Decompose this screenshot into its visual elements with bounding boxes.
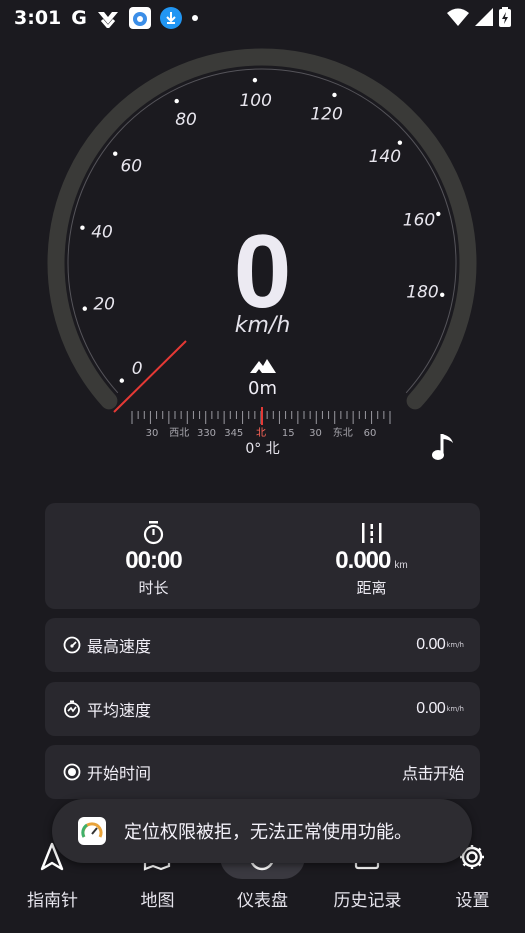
signal-icon: [475, 8, 493, 26]
download-manager-icon: [97, 12, 118, 28]
stopwatch-icon: [143, 521, 164, 545]
duration-value: 00:00: [125, 547, 182, 574]
speed-value: 0: [233, 214, 292, 330]
gauge-tick-label: 120: [310, 104, 342, 124]
gauge-tick-label: 60: [120, 157, 142, 177]
permission-toast: 定位权限被拒，无法正常使用功能。: [52, 799, 472, 863]
max-speed-value: 0.00: [416, 636, 446, 653]
app-logo-icon: [78, 817, 106, 845]
gauge-tick-label: 100: [239, 91, 271, 111]
nav-label-map: 地图: [140, 891, 175, 911]
start-button[interactable]: 点击开始: [402, 760, 465, 784]
gauge-tick-label: 140: [369, 147, 401, 167]
gauge-tick-dot: [252, 77, 258, 83]
gauge-tick-label: 80: [175, 110, 197, 130]
distance-label: 距离: [356, 579, 387, 597]
gauge-tick-dot: [436, 211, 441, 217]
google-icon: G: [71, 7, 87, 29]
distance-unit: km: [394, 560, 408, 571]
battery-icon: [499, 7, 511, 27]
duration-label: 时长: [138, 579, 169, 597]
nav-label-compass: 指南针: [27, 891, 78, 911]
gauge-tick-dot: [113, 151, 118, 156]
nav-label-history: 历史记录: [333, 891, 402, 911]
nav-label-settings: 设置: [455, 891, 490, 911]
start-time-row[interactable]: 开始时间 点击开始: [45, 745, 480, 799]
speedometer-icon: [63, 636, 81, 654]
gauge-tick-dot: [332, 92, 337, 98]
distance-stat: 0.000 km 距离: [263, 503, 480, 609]
distance-number: 0.000: [335, 547, 391, 574]
avg-speed-row: 平均速度 0.00 km/h: [45, 682, 480, 736]
average-speed-icon: [64, 700, 80, 718]
altitude-readout: 0m: [248, 378, 277, 399]
dot-icon: [191, 15, 198, 21]
duration-stat: 00:00 时长: [45, 503, 262, 609]
app-notification-icon: [128, 7, 151, 29]
trip-summary-card: 00:00 时长 0.000 km 距离: [45, 503, 480, 609]
status-time: 3:01: [14, 7, 62, 29]
wifi-icon: [447, 8, 469, 26]
distance-value: 0.000 km: [263, 547, 480, 575]
music-icon[interactable]: [431, 430, 461, 464]
altitude-mountain-icon: [250, 359, 276, 373]
download-icon: [159, 7, 182, 29]
speed-unit: km/h: [234, 313, 291, 338]
gauge-tick-dot: [174, 98, 179, 104]
gauge-tick-dot: [397, 140, 403, 145]
record-icon: [63, 763, 81, 781]
start-time-label: 开始时间: [87, 764, 152, 783]
avg-speed-label: 平均速度: [87, 701, 152, 720]
toast-message: 定位权限被拒，无法正常使用功能。: [124, 822, 412, 843]
avg-speed-unit: km/h: [446, 705, 464, 713]
status-bar: 3:01 G: [0, 0, 525, 36]
speed-needle: [113, 340, 187, 413]
gauge-tick-label: 0: [132, 359, 143, 379]
max-speed-unit: km/h: [446, 641, 464, 649]
avg-speed-value: 0.00: [416, 700, 446, 717]
road-icon: [362, 523, 382, 543]
max-speed-row: 最高速度 0.00 km/h: [45, 618, 480, 672]
nav-label-dashboard: 仪表盘: [237, 891, 288, 911]
max-speed-label: 最高速度: [87, 637, 152, 656]
